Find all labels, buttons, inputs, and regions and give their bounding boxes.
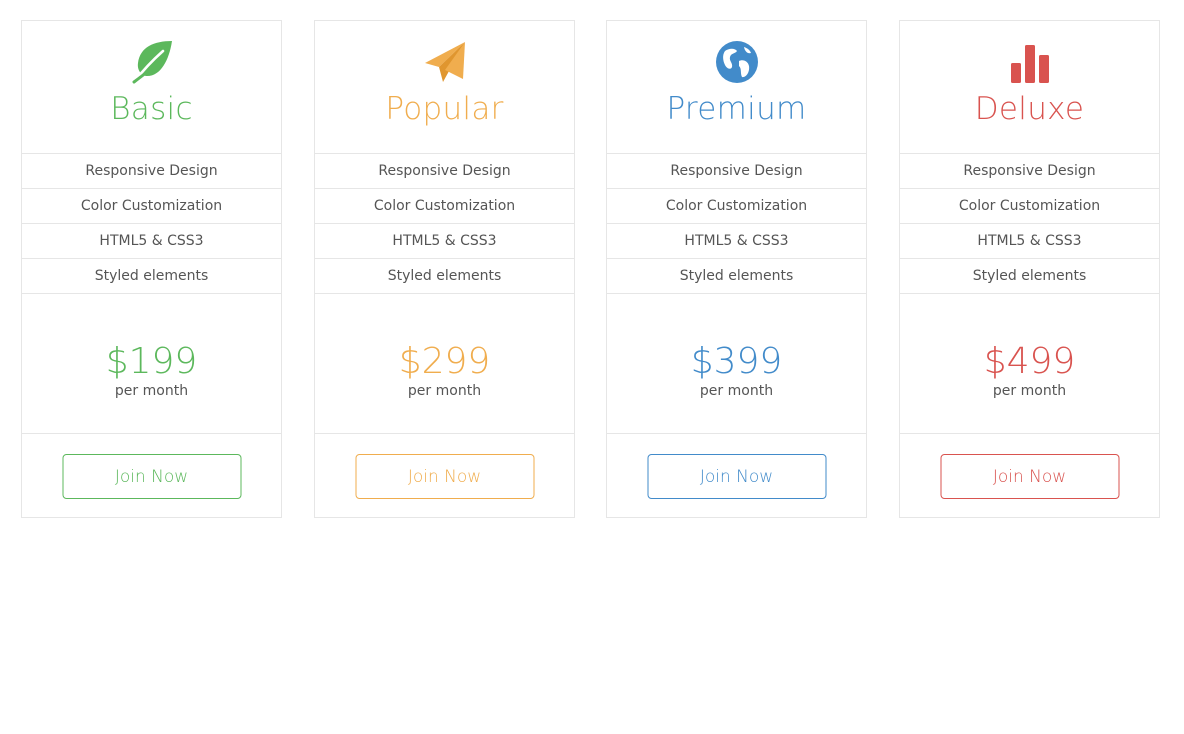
join-now-button-basic[interactable]: Join Now xyxy=(62,454,241,499)
plan-card-popular: Popular Responsive Design Color Customiz… xyxy=(314,20,575,518)
globe-icon xyxy=(713,39,761,85)
plan-price: $299 xyxy=(398,341,491,382)
leaf-icon xyxy=(128,39,176,85)
price-section: $199 per month xyxy=(22,294,281,434)
plan-title: Popular xyxy=(385,91,504,127)
join-now-button-deluxe[interactable]: Join Now xyxy=(940,454,1119,499)
plan-price: $499 xyxy=(983,341,1076,382)
action-section: Join Now xyxy=(607,434,866,520)
feature-item: Styled elements xyxy=(900,259,1159,294)
plan-price: $199 xyxy=(105,341,198,382)
pricing-table: Basic Responsive Design Color Customizat… xyxy=(0,0,1184,734)
plan-card-basic: Basic Responsive Design Color Customizat… xyxy=(21,20,282,518)
price-period: per month xyxy=(992,383,1067,399)
plan-card-deluxe: Deluxe Responsive Design Color Customiza… xyxy=(899,20,1160,518)
feature-item: Styled elements xyxy=(22,259,281,294)
action-section: Join Now xyxy=(315,434,574,520)
plan-card-premium: Premium Responsive Design Color Customiz… xyxy=(606,20,867,518)
price-section: $499 per month xyxy=(900,294,1159,434)
feature-item: Styled elements xyxy=(607,259,866,294)
action-section: Join Now xyxy=(900,434,1159,520)
plan-header: Popular xyxy=(315,21,574,154)
feature-item: Color Customization xyxy=(607,189,866,224)
feature-item: HTML5 & CSS3 xyxy=(607,224,866,259)
feature-item: Color Customization xyxy=(900,189,1159,224)
feature-item: Responsive Design xyxy=(900,154,1159,189)
price-period: per month xyxy=(699,383,774,399)
feature-item: Responsive Design xyxy=(315,154,574,189)
plan-header: Premium xyxy=(607,21,866,154)
join-now-button-popular[interactable]: Join Now xyxy=(355,454,534,499)
feature-item: HTML5 & CSS3 xyxy=(315,224,574,259)
feature-item: HTML5 & CSS3 xyxy=(900,224,1159,259)
feature-item: Responsive Design xyxy=(22,154,281,189)
feature-item: Color Customization xyxy=(315,189,574,224)
join-now-button-premium[interactable]: Join Now xyxy=(647,454,826,499)
feature-item: Color Customization xyxy=(22,189,281,224)
plan-title: Basic xyxy=(110,91,193,127)
feature-item: Responsive Design xyxy=(607,154,866,189)
feature-item: Styled elements xyxy=(315,259,574,294)
plan-price: $399 xyxy=(690,341,783,382)
feature-item: HTML5 & CSS3 xyxy=(22,224,281,259)
price-section: $399 per month xyxy=(607,294,866,434)
plan-header: Basic xyxy=(22,21,281,154)
price-period: per month xyxy=(114,383,189,399)
bar-chart-icon xyxy=(1006,39,1054,85)
plan-title: Premium xyxy=(666,91,807,127)
price-section: $299 per month xyxy=(315,294,574,434)
paper-plane-icon xyxy=(421,39,469,85)
price-period: per month xyxy=(407,383,482,399)
plan-header: Deluxe xyxy=(900,21,1159,154)
action-section: Join Now xyxy=(22,434,281,520)
plan-title: Deluxe xyxy=(974,91,1085,127)
